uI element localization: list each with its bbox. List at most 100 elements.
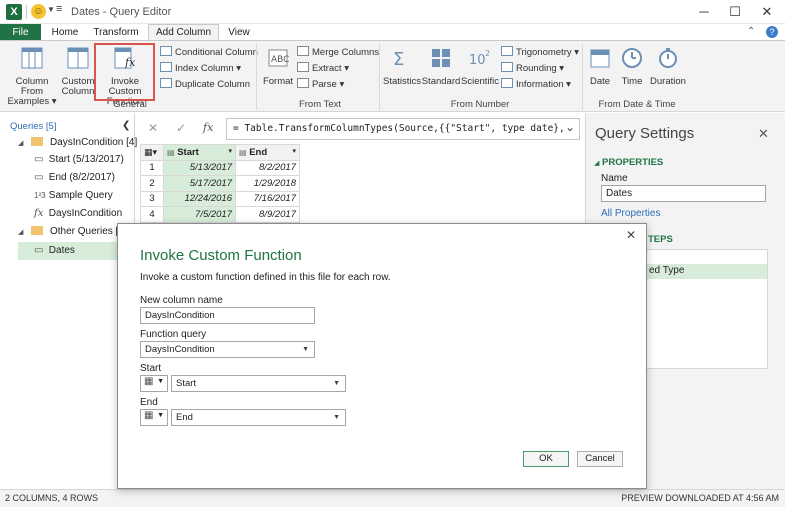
maximize-button[interactable]: ☐ (719, 0, 751, 24)
table-icon: ▭ (34, 245, 44, 256)
query-item-label: Start (5/13/2017) (48, 154, 124, 165)
function-icon: fx (34, 208, 44, 219)
table-row: 1 5/13/2017 8/2/2017 (140, 159, 300, 176)
scientific-icon: 10 2 (469, 49, 490, 68)
duration-button[interactable]: Duration (648, 46, 688, 87)
expand-arrow-icon: ◢ (594, 160, 600, 167)
help-icon[interactable]: ? (766, 26, 778, 38)
name-label: Name (601, 173, 628, 184)
time-button[interactable]: Time (618, 46, 646, 87)
minimize-button[interactable]: ─ (688, 0, 720, 24)
divider (26, 5, 27, 19)
end-cell[interactable]: 8/9/2017 (235, 206, 300, 223)
format-button[interactable]: ABC Format (260, 46, 296, 87)
chevron-down-icon[interactable]: ▼ (47, 5, 55, 14)
column-from-examples-icon (21, 47, 43, 69)
query-item-sample-query[interactable]: 1²3 Sample Query (34, 188, 113, 204)
information-button[interactable]: Information ▾ (501, 78, 571, 92)
filter-dropdown-icon[interactable]: ▾ (228, 147, 232, 155)
start-cell[interactable]: 5/17/2017 (163, 175, 236, 192)
query-item-end[interactable]: ▭ End (8/2/2017) (34, 170, 115, 186)
start-type-button[interactable]: ▦ ▼ (140, 375, 168, 392)
query-item-label: End (8/2/2017) (48, 172, 115, 183)
group-label-from-date-time: From Date & Time (598, 99, 676, 110)
commit-formula-button[interactable]: ✓ (176, 121, 186, 135)
dropdown-arrow-icon: ▼ (333, 380, 340, 387)
all-properties-link[interactable]: All Properties (601, 208, 660, 219)
merge-columns-button[interactable]: Merge Columns (297, 46, 379, 60)
standard-label: Standard (421, 76, 461, 87)
query-item-dates[interactable]: ▭ Dates (18, 242, 133, 260)
end-cell[interactable]: 7/16/2017 (235, 190, 300, 207)
standard-button[interactable]: Standard (421, 46, 461, 87)
duplicate-column-label: Duplicate Column (175, 79, 250, 90)
cancel-formula-button[interactable]: ✕ (148, 121, 158, 135)
query-item-daysincondition[interactable]: fx DaysInCondition (34, 206, 122, 222)
scientific-button[interactable]: 10 2 Scientific (461, 46, 499, 87)
custom-column-button[interactable]: Custom Column (60, 46, 96, 97)
query-group-label: Other Queries [1] (49, 226, 127, 237)
statistics-button[interactable]: Σ Statistics (383, 46, 421, 87)
tab-view[interactable]: View (222, 26, 256, 40)
conditional-column-button[interactable]: Conditional Column (160, 46, 258, 60)
title-bar: X ☺ ▼ ≡ Dates - Query Editor ─ ☐ ✕ (0, 0, 785, 24)
conditional-column-label: Conditional Column (175, 47, 258, 58)
query-group-daysincondition[interactable]: ◢ DaysInCondition [4] (18, 135, 137, 151)
rounding-button[interactable]: Rounding ▾ (501, 62, 564, 76)
column-header-start[interactable]: ▤ Start ▾ (163, 144, 236, 161)
rounding-icon (501, 62, 513, 72)
information-label: Information ▾ (516, 79, 571, 90)
column-header-label: Start (177, 146, 199, 158)
expand-formula-icon[interactable]: ⌄ (565, 120, 575, 134)
tab-transform[interactable]: Transform (90, 26, 142, 40)
query-item-label: Sample Query (48, 190, 113, 201)
close-settings-icon[interactable]: ✕ (758, 126, 769, 142)
tab-add-column[interactable]: Add Column (148, 24, 219, 41)
row-number: 3 (140, 190, 164, 207)
query-group-other-queries[interactable]: ◢ Other Queries [1] (18, 224, 127, 240)
end-cell[interactable]: 8/2/2017 (235, 159, 300, 176)
parse-button[interactable]: Parse ▾ (297, 78, 344, 92)
column-from-examples-button[interactable]: Column From Examples ▾ (4, 46, 60, 107)
ok-button[interactable]: OK (523, 451, 569, 467)
collapse-ribbon-icon[interactable]: ⌃ (747, 26, 755, 37)
end-label: End (140, 397, 158, 408)
group-label-from-text: From Text (298, 99, 342, 110)
index-column-button[interactable]: Index Column ▾ (160, 62, 241, 76)
query-name-input[interactable]: Dates (601, 185, 766, 202)
new-column-name-input[interactable]: DaysInCondition (140, 307, 315, 324)
smiley-feedback-icon[interactable]: ☺ (31, 4, 46, 19)
status-bar: 2 COLUMNS, 4 ROWS PREVIEW DOWNLOADED AT … (0, 489, 785, 507)
stopwatch-icon (659, 48, 677, 68)
trigonometry-icon (501, 46, 513, 56)
dialog-close-icon[interactable]: ✕ (626, 228, 636, 242)
collapse-pane-icon[interactable]: ❮ (122, 118, 130, 134)
start-cell[interactable]: 5/13/2017 (163, 159, 236, 176)
start-cell[interactable]: 7/5/2017 (163, 206, 236, 223)
extract-icon (297, 62, 309, 72)
quick-access-menu-icon[interactable]: ≡ (56, 3, 62, 15)
start-column-select[interactable]: Start ▼ (171, 375, 346, 392)
query-item-start[interactable]: ▭ Start (5/13/2017) (34, 152, 124, 168)
start-cell[interactable]: 12/24/2016 (163, 190, 236, 207)
end-cell[interactable]: 1/29/2018 (235, 175, 300, 192)
date-button[interactable]: Date (586, 46, 614, 87)
function-query-select[interactable]: DaysInCondition ▼ (140, 341, 315, 358)
column-header-end[interactable]: ▤ End ▾ (235, 144, 300, 161)
trigonometry-button[interactable]: Trigonometry ▾ (501, 46, 579, 60)
end-column-select[interactable]: End ▼ (171, 409, 346, 426)
table-row: 4 7/5/2017 8/9/2017 (140, 206, 300, 223)
extract-button[interactable]: Extract ▾ (297, 62, 349, 76)
tab-home[interactable]: Home (46, 26, 84, 40)
table-menu-button[interactable]: ▦▾ (140, 144, 164, 161)
close-button[interactable]: ✕ (751, 0, 783, 24)
column-header-label: End (249, 146, 268, 158)
tab-file[interactable]: File (0, 24, 41, 41)
filter-dropdown-icon[interactable]: ▾ (292, 147, 296, 155)
formula-bar[interactable]: = Table.TransformColumnTypes(Source,{{"S… (226, 118, 580, 140)
duplicate-column-button[interactable]: Duplicate Column (160, 78, 250, 92)
cancel-button[interactable]: Cancel (577, 451, 623, 467)
conditional-column-icon (160, 46, 172, 56)
properties-header: ◢ PROPERTIES (594, 157, 663, 168)
end-type-button[interactable]: ▦ ▼ (140, 409, 168, 426)
